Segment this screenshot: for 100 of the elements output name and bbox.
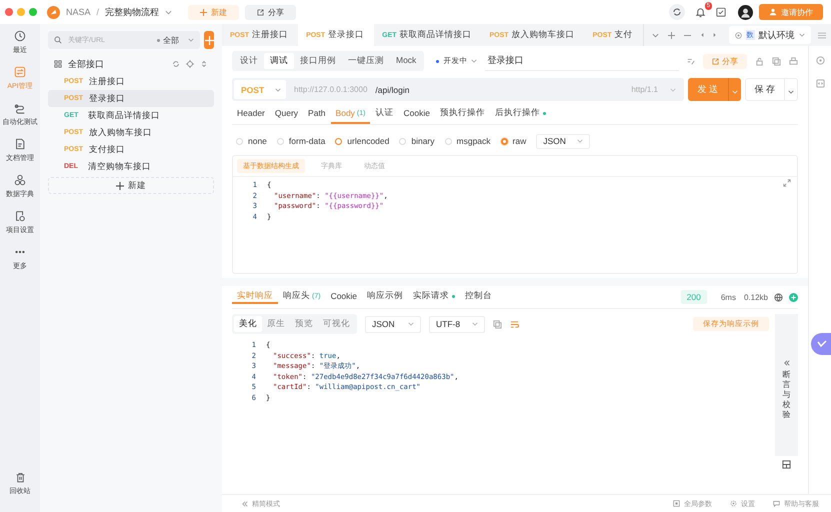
caret-icon[interactable] [165, 10, 172, 14]
add-button[interactable] [204, 31, 214, 49]
caret-icon [275, 88, 281, 92]
status-code: 200 [680, 290, 707, 304]
body-type-radio[interactable]: urlencoded [335, 136, 390, 146]
add-icon[interactable] [789, 292, 798, 302]
locate-icon[interactable] [186, 60, 194, 68]
project-name[interactable]: 完整购物流程 [105, 6, 160, 18]
send-menu-button[interactable] [728, 78, 741, 101]
mode-tab[interactable]: 接口用例 [294, 53, 342, 69]
clock-icon [14, 30, 26, 42]
share-button[interactable]: 分享 [245, 4, 296, 20]
api-name-field[interactable]: 登录接口 [485, 52, 679, 70]
search-icon [54, 36, 62, 44]
menu-icon[interactable] [818, 32, 826, 38]
wrap-icon[interactable] [510, 320, 519, 328]
share-icon [257, 8, 264, 16]
caret-icon[interactable] [652, 32, 659, 38]
swap-arrows-icon [14, 66, 26, 78]
request-tab[interactable]: Cookie [398, 104, 435, 124]
mode-tab[interactable]: 调试 [264, 53, 294, 69]
code-icon[interactable] [816, 79, 824, 88]
body-type-radio[interactable]: binary [399, 136, 435, 146]
minimize-button[interactable] [17, 8, 25, 16]
caret-icon [798, 33, 805, 37]
zoom-button[interactable] [29, 8, 37, 16]
format-select[interactable]: JSON [536, 134, 590, 148]
layout-icon[interactable] [782, 460, 791, 469]
breadcrumb-separator: / [96, 7, 100, 17]
url-bar[interactable]: POST http://127.0.0.1:3000 /api/login http/1.1 [232, 78, 684, 101]
response-time: 6ms [720, 292, 736, 302]
new-api-button[interactable]: 新建 [48, 177, 214, 194]
mode-tab[interactable]: Mock [390, 53, 422, 69]
url-path-field[interactable]: /api/login [373, 84, 632, 96]
copy-icon[interactable] [493, 320, 502, 328]
filter-dropdown[interactable]: 全部 [157, 34, 194, 46]
plus-icon [204, 36, 214, 44]
plus-icon[interactable] [668, 32, 675, 38]
encoding-select[interactable]: UTF-8 [429, 316, 485, 332]
request-tab[interactable]: Header [232, 104, 270, 124]
chat-icon [773, 500, 780, 507]
request-tab[interactable]: Query [270, 104, 304, 124]
format-select[interactable]: JSON [365, 316, 421, 332]
save-button[interactable]: 保 存 [745, 78, 785, 101]
body-type-radio[interactable]: raw [500, 136, 526, 146]
refresh-icon[interactable] [669, 4, 685, 20]
body-type-radio[interactable]: none [236, 136, 267, 146]
edit-icon[interactable] [687, 57, 695, 65]
caret-icon [471, 59, 478, 63]
avatar-icon[interactable] [738, 4, 753, 20]
target-icon [734, 32, 742, 38]
copy-icon[interactable] [772, 56, 781, 66]
caret-icon [577, 139, 584, 143]
bell-icon[interactable] [695, 6, 706, 18]
person-icon [769, 8, 777, 16]
print-icon[interactable] [789, 56, 798, 66]
trash-icon [14, 472, 26, 483]
tree-root[interactable]: 全部接口 [68, 58, 104, 70]
circles-icon [14, 174, 26, 186]
mode-tab[interactable]: 设计 [234, 53, 264, 69]
calendar-icon[interactable] [716, 7, 726, 17]
mode-tab[interactable]: 一键压测 [342, 53, 390, 69]
expand-icon[interactable] [200, 60, 208, 68]
double-chevron-icon [242, 500, 248, 506]
app-logo-icon [47, 6, 60, 18]
request-tab[interactable]: 后执行操作 [490, 104, 551, 124]
response-tab[interactable]: 实际请求 [408, 290, 460, 304]
plus-icon [200, 8, 208, 16]
refresh-icon[interactable] [172, 60, 180, 68]
lock-icon[interactable] [755, 56, 764, 66]
info-icon[interactable] [816, 56, 824, 65]
response-size: 0.12kb [744, 292, 768, 302]
caret-icon [670, 88, 676, 92]
previous-icon[interactable] [700, 32, 704, 38]
caret-icon [732, 90, 738, 94]
request-tab[interactable]: Path [303, 104, 331, 124]
expand-icon[interactable] [783, 179, 791, 187]
response-tab[interactable]: 响应示例 [362, 290, 408, 304]
next-icon[interactable] [712, 32, 717, 38]
view-mode-tab[interactable]: 美化 [234, 316, 262, 332]
route-icon [14, 102, 26, 114]
double-chevron-icon [784, 360, 790, 366]
environment-name: 默认环境 [758, 28, 795, 42]
globe-icon[interactable] [774, 292, 783, 302]
close-button[interactable] [5, 8, 13, 16]
team-name: NASA [66, 7, 91, 17]
caret-icon [472, 322, 478, 326]
response-tab[interactable]: Cookie [326, 291, 362, 303]
body-type-radio[interactable]: msgpack [444, 136, 491, 146]
request-tab[interactable]: 认证 [370, 104, 398, 124]
share-icon [712, 58, 719, 64]
caret-icon [188, 38, 194, 42]
base-url: http://127.0.0.1:3000 [294, 85, 368, 94]
save-menu-button[interactable] [785, 78, 798, 101]
request-tab[interactable]: 预执行操作 [434, 104, 490, 124]
body-type-radio[interactable]: form-data [276, 136, 326, 146]
assertion-panel[interactable]: 断言与校验 [775, 314, 798, 456]
response-tab[interactable]: 控制台 [460, 290, 498, 304]
caret-icon [408, 322, 414, 326]
floating-assistant-button[interactable] [811, 333, 831, 355]
